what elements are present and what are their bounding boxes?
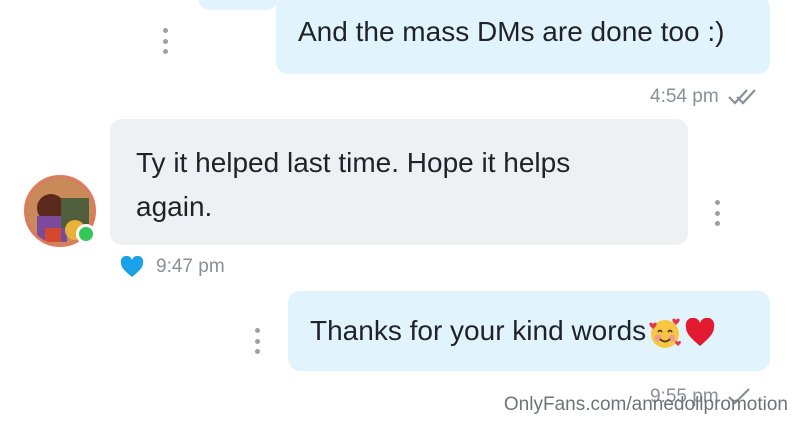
message-options-icon[interactable] [162,28,168,54]
message-text: Thanks for your kind words [310,315,647,346]
message-meta: 9:47 pm [120,256,225,278]
message-text: And the mass DMs are done too :) [298,16,725,47]
message-time: 4:54 pm [650,86,719,107]
online-status-dot [76,224,96,244]
outgoing-message-bubble[interactable]: Thanks for your kind words [288,291,770,371]
red-heart-icon [685,317,715,346]
message-options-icon[interactable] [714,200,720,226]
watermark: OnlyFans.com/annedollpromotion [503,394,788,415]
double-check-icon [727,89,756,105]
smiling-face-with-hearts-icon [649,318,682,348]
message-text-line-1: Ty it helped last time. Hope it helps [136,147,571,178]
message-text-line-2: again. [136,191,213,222]
message-meta: 4:54 pm [650,86,761,108]
blue-heart-icon[interactable] [120,256,144,278]
incoming-message-bubble[interactable]: Ty it helped last time. Hope it helps ag… [110,119,688,245]
outgoing-message-bubble[interactable]: And the mass DMs are done too :) [276,0,770,74]
message-options-icon[interactable] [254,328,260,354]
previous-message-bubble [198,0,278,10]
message-time: 9:47 pm [156,256,225,277]
